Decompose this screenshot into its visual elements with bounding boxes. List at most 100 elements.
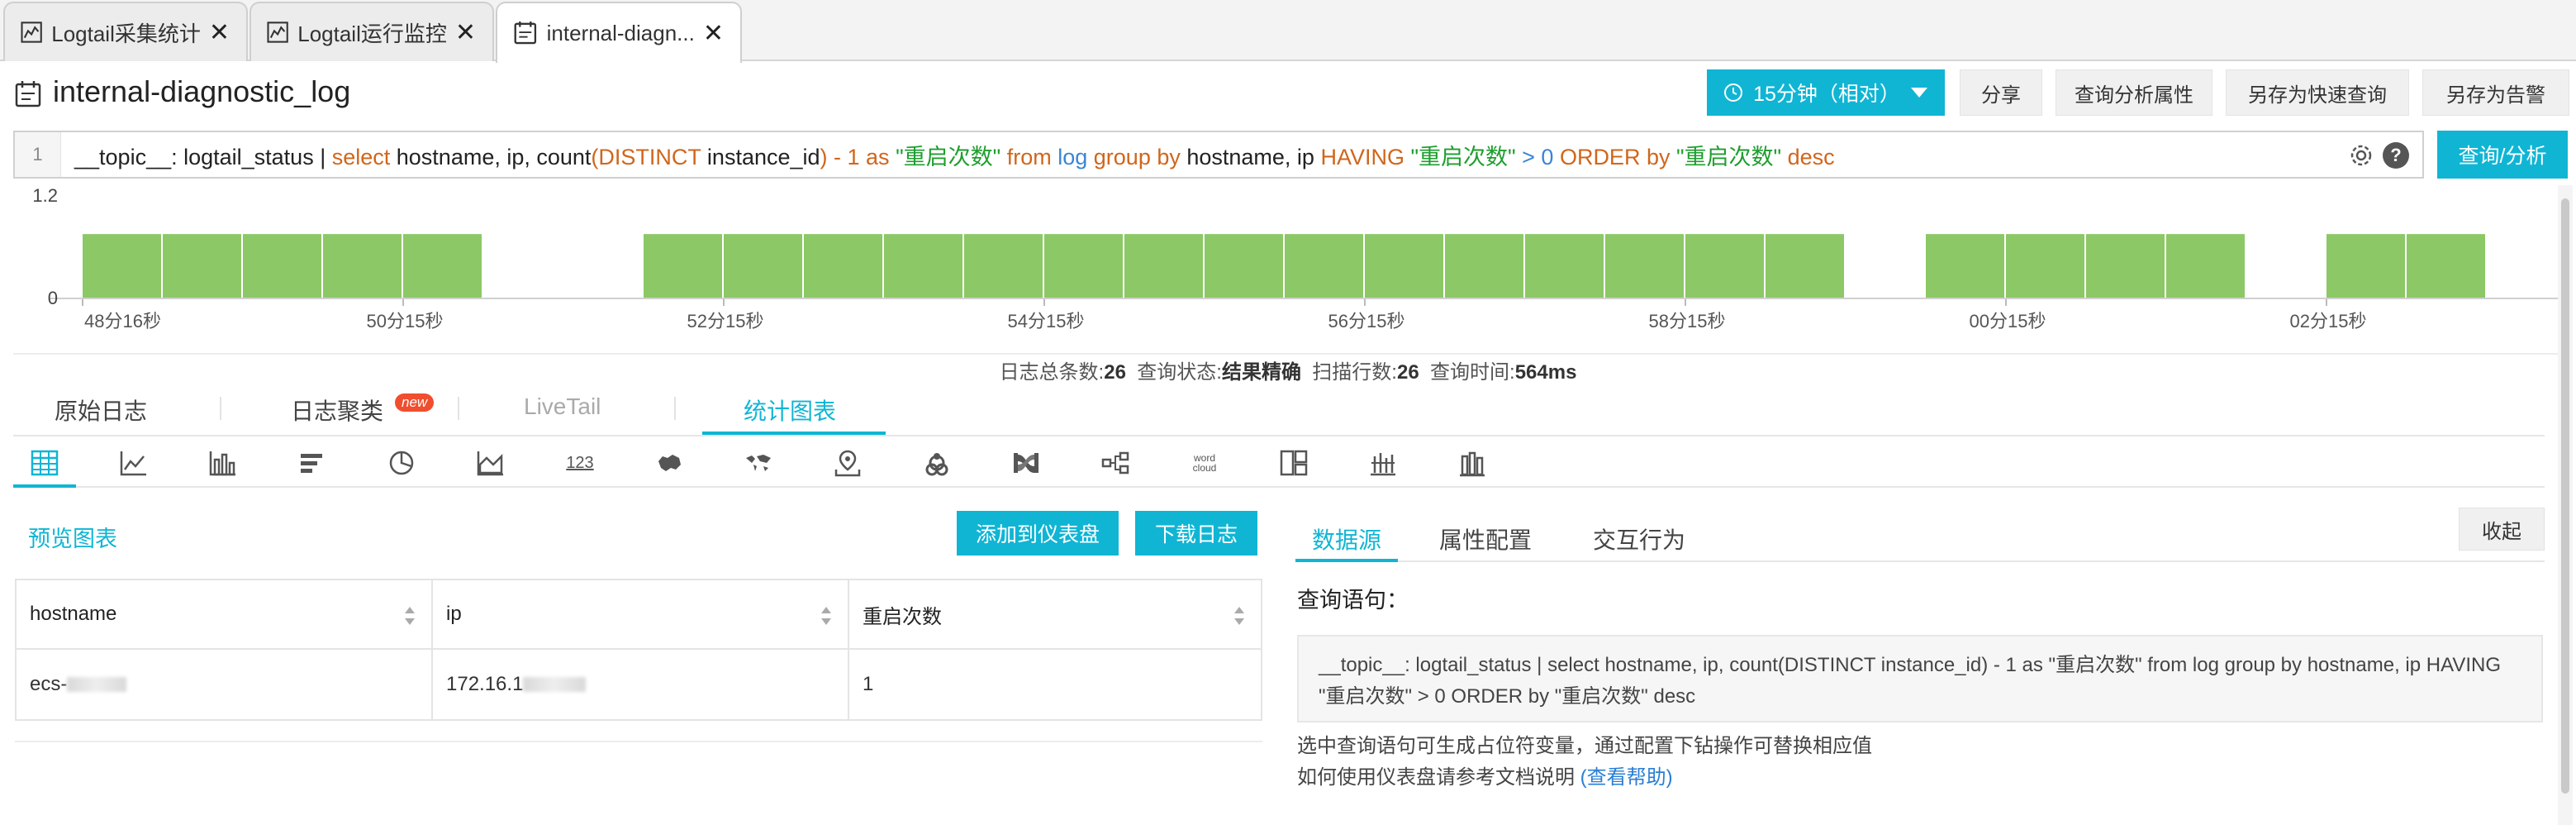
chart-icon bbox=[267, 21, 288, 43]
histogram-bar[interactable] bbox=[1685, 234, 1764, 298]
query-token: log bbox=[1057, 144, 1088, 169]
preview-chart-title: 预览图表 bbox=[28, 527, 117, 551]
word-cloud-icon[interactable]: word cloud bbox=[1188, 446, 1221, 479]
histogram-bar[interactable] bbox=[1285, 234, 1363, 298]
histogram-bar[interactable] bbox=[2166, 234, 2245, 298]
histogram-bar[interactable] bbox=[644, 234, 722, 298]
tab-property-config[interactable]: 属性配置 bbox=[1439, 522, 1532, 556]
histogram-bar[interactable] bbox=[1365, 234, 1443, 298]
share-button[interactable]: 分享 bbox=[1960, 69, 2042, 116]
table-header: hostname ip 重启次数 bbox=[17, 580, 1261, 650]
histogram-bar[interactable] bbox=[884, 234, 962, 298]
tab-statistics-chart[interactable]: 统计图表 bbox=[744, 393, 836, 427]
bar-chart-icon[interactable] bbox=[207, 446, 240, 479]
query-token: hostname, ip, count bbox=[390, 144, 592, 169]
query-analyze-button[interactable]: 查询/分析 bbox=[2437, 131, 2568, 179]
save-quick-query-button[interactable]: 另存为快速查询 bbox=[2226, 69, 2409, 116]
page-title: internal-diagnostic_log bbox=[53, 74, 351, 108]
close-icon[interactable]: ✕ bbox=[209, 18, 230, 47]
flow-chart-icon[interactable] bbox=[920, 446, 953, 479]
x-tick-label: 52分15秒 bbox=[687, 311, 764, 331]
histogram-bar[interactable] bbox=[2326, 234, 2405, 298]
line-chart-icon[interactable] bbox=[117, 446, 150, 479]
query-token: (DISTINCT bbox=[591, 144, 701, 169]
tab-log-clustering[interactable]: 日志聚类 bbox=[291, 393, 383, 427]
horizontal-bar-icon[interactable] bbox=[296, 446, 329, 479]
column-header-ip[interactable]: ip bbox=[433, 580, 849, 648]
query-text[interactable]: __topic__: logtail_status | select hostn… bbox=[61, 139, 1835, 171]
close-icon[interactable]: ✕ bbox=[455, 18, 476, 47]
histogram-bar[interactable] bbox=[1044, 234, 1123, 298]
tab-interaction[interactable]: 交互行为 bbox=[1593, 522, 1685, 556]
column-header-restart-count[interactable]: 重启次数 bbox=[849, 580, 1261, 648]
x-tick-label: 54分15秒 bbox=[1008, 311, 1085, 331]
histogram-bar[interactable] bbox=[323, 234, 402, 298]
world-map-icon[interactable] bbox=[742, 446, 775, 479]
sort-icon[interactable] bbox=[403, 605, 416, 627]
histogram-bar[interactable] bbox=[1525, 234, 1604, 298]
sankey-icon[interactable] bbox=[1010, 446, 1043, 479]
histogram-bar[interactable] bbox=[804, 234, 882, 298]
treemap-icon[interactable] bbox=[1277, 446, 1310, 479]
histogram-bar[interactable] bbox=[1766, 234, 1844, 298]
histogram-bar[interactable] bbox=[2407, 234, 2485, 298]
view-help-link[interactable]: (查看帮助) bbox=[1580, 766, 1673, 789]
histogram-bar[interactable] bbox=[163, 234, 241, 298]
table-icon[interactable] bbox=[28, 446, 61, 479]
single-value-icon[interactable]: 123 bbox=[563, 446, 596, 479]
save-alert-button[interactable]: 另存为告警 bbox=[2422, 69, 2569, 116]
tab-raw-logs[interactable]: 原始日志 bbox=[55, 393, 147, 427]
gear-icon[interactable] bbox=[2348, 142, 2374, 169]
time-range-button[interactable]: 15分钟（相对） bbox=[1707, 69, 1945, 116]
histogram-bar[interactable] bbox=[243, 234, 321, 298]
y-tick-label: 1.2 bbox=[32, 185, 58, 206]
histogram-bar[interactable] bbox=[2006, 234, 2084, 298]
main-tabs: 原始日志 日志聚类 new LiveTail 统计图表 bbox=[13, 385, 2545, 436]
query-token: "重启次数" bbox=[1675, 144, 1782, 169]
add-to-dashboard-button[interactable]: 添加到仪表盘 bbox=[957, 511, 1119, 556]
scrollbar-thumb[interactable] bbox=[2561, 198, 2569, 794]
tab-data-source[interactable]: 数据源 bbox=[1312, 522, 1381, 556]
x-tick-label: 48分16秒 bbox=[84, 311, 161, 331]
tracking-chart-icon[interactable] bbox=[1366, 446, 1400, 479]
area-chart-icon[interactable] bbox=[474, 446, 507, 479]
histogram-bar[interactable] bbox=[83, 234, 161, 298]
logstore-icon bbox=[15, 81, 41, 107]
china-map-icon[interactable] bbox=[653, 446, 686, 479]
histogram-bar[interactable] bbox=[964, 234, 1043, 298]
pie-chart-icon[interactable] bbox=[385, 446, 418, 479]
histogram-bar[interactable] bbox=[1605, 234, 1684, 298]
tab-logtail-stats[interactable]: Logtail采集统计 ✕ bbox=[3, 2, 248, 61]
column-icon[interactable] bbox=[1456, 446, 1489, 479]
chart-type-toolbar: 123 word cloud bbox=[13, 436, 2545, 488]
column-header-hostname[interactable]: hostname bbox=[17, 580, 433, 648]
tab-livetail[interactable]: LiveTail bbox=[524, 393, 601, 420]
histogram-bar[interactable] bbox=[1926, 234, 2004, 298]
histogram-bar[interactable] bbox=[724, 234, 802, 298]
query-properties-button[interactable]: 查询分析属性 bbox=[2056, 69, 2212, 116]
histogram-bar[interactable] bbox=[1124, 234, 1203, 298]
map-pin-icon[interactable] bbox=[831, 446, 864, 479]
query-editor[interactable]: 1 __topic__: logtail_status | select hos… bbox=[13, 131, 2424, 179]
time-range-label: 15分钟（相对） bbox=[1753, 83, 1900, 106]
download-log-button[interactable]: 下载日志 bbox=[1135, 511, 1257, 556]
tab-logtail-monitor[interactable]: Logtail运行监控 ✕ bbox=[250, 2, 494, 61]
topology-icon[interactable] bbox=[1099, 446, 1132, 479]
log-histogram[interactable]: 1.2 0 48分16秒 50分15秒 52分15秒 54分15秒 56分15秒 58分15秒… bbox=[13, 185, 2558, 355]
help-icon[interactable]: ? bbox=[2383, 142, 2409, 169]
histogram-bar[interactable] bbox=[1205, 234, 1283, 298]
collapse-button[interactable]: 收起 bbox=[2459, 508, 2545, 551]
histogram-bar[interactable] bbox=[1445, 234, 1523, 298]
query-statement[interactable]: __topic__: logtail_status | select hostn… bbox=[1297, 635, 2543, 722]
sort-icon[interactable] bbox=[820, 605, 833, 627]
histogram-bar[interactable] bbox=[403, 234, 482, 298]
tab-internal-diagnostic[interactable]: internal-diagn... ✕ bbox=[496, 2, 742, 63]
query-token: ORDER by bbox=[1559, 144, 1676, 169]
cell-ip: 172.16.1 bbox=[433, 650, 849, 719]
total-count: 26 bbox=[1104, 361, 1126, 384]
table-row: ecs- 172.16.1 1 bbox=[17, 650, 1261, 719]
histogram-bar[interactable] bbox=[2086, 234, 2165, 298]
new-badge: new bbox=[395, 393, 435, 412]
sort-icon[interactable] bbox=[1233, 605, 1246, 627]
close-icon[interactable]: ✕ bbox=[703, 19, 724, 48]
